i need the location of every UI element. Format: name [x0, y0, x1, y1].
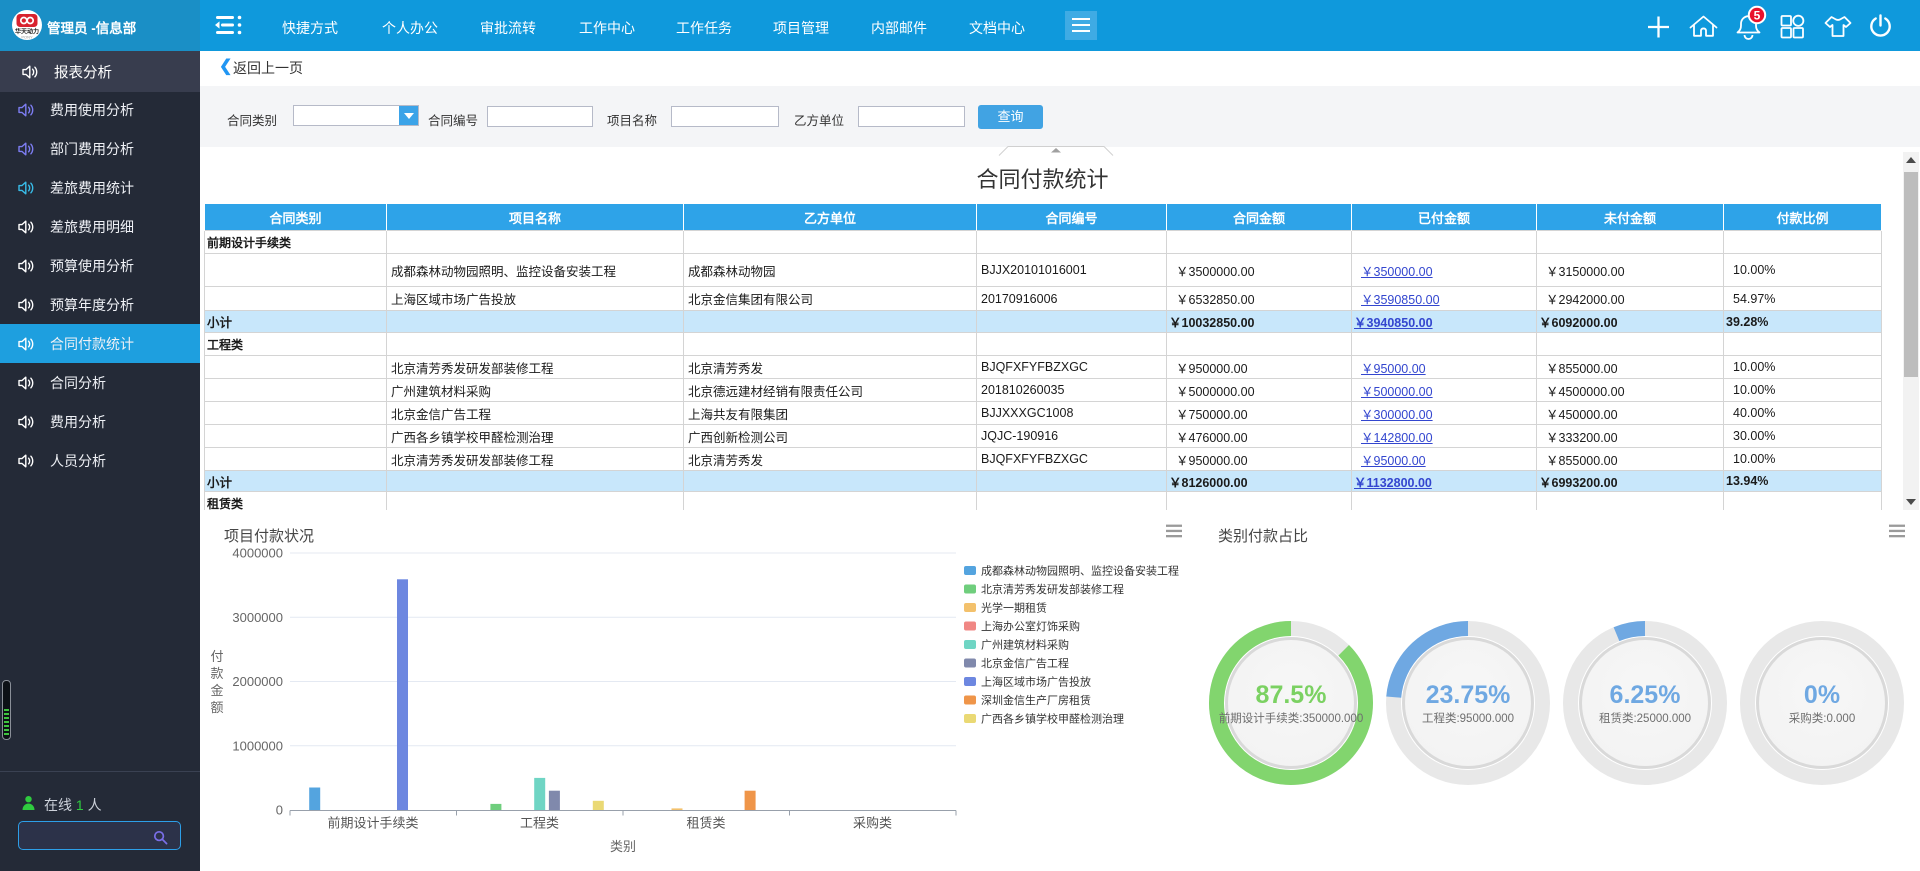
svg-text:23.75%: 23.75%	[1426, 681, 1511, 709]
svg-text:光学一期租赁: 光学一期租赁	[981, 601, 1047, 615]
svg-text:广州建筑材料采购: 广州建筑材料采购	[981, 638, 1069, 652]
svg-text:87.5%: 87.5%	[1256, 681, 1327, 709]
svg-text:PONY: PONY	[21, 35, 33, 40]
svg-text:上海办公室灯饰采购: 上海办公室灯饰采购	[981, 619, 1080, 633]
svg-text:2000000: 2000000	[232, 674, 283, 689]
svg-text:1000000: 1000000	[232, 738, 283, 753]
svg-text:采购类:0.000: 采购类:0.000	[1789, 711, 1855, 725]
svg-text:3000000: 3000000	[232, 610, 283, 625]
svg-text:北京金信广告工程: 北京金信广告工程	[981, 656, 1069, 670]
svg-text:广西各乡镇学校甲醛检测治理: 广西各乡镇学校甲醛检测治理	[981, 712, 1124, 726]
svg-text:上海区域市场广告投放: 上海区域市场广告投放	[981, 675, 1091, 689]
svg-text:深圳金信生产厂房租赁: 深圳金信生产厂房租赁	[981, 693, 1091, 707]
svg-text:类别付款占比: 类别付款占比	[1218, 528, 1308, 545]
svg-text:成都森林动物园照明、监控设备安装工程: 成都森林动物园照明、监控设备安装工程	[981, 564, 1179, 578]
svg-text:租赁类:25000.000: 租赁类:25000.000	[1599, 711, 1691, 725]
svg-text:额: 额	[210, 700, 223, 715]
svg-text:项目付款状况: 项目付款状况	[224, 528, 314, 545]
svg-text:采购类: 采购类	[853, 816, 892, 831]
svg-text:5: 5	[1754, 9, 1761, 23]
svg-text:付: 付	[210, 649, 223, 664]
svg-text:前期设计手续类: 前期设计手续类	[327, 816, 418, 831]
svg-text:0%: 0%	[1804, 681, 1840, 709]
svg-text:类别: 类别	[610, 839, 636, 854]
svg-text:工程类: 工程类	[520, 816, 559, 831]
svg-text:款: 款	[210, 666, 223, 681]
svg-text:4000000: 4000000	[232, 546, 283, 561]
svg-text:北京清芳秀发研发部装修工程: 北京清芳秀发研发部装修工程	[981, 582, 1124, 596]
svg-text:工程类:95000.000: 工程类:95000.000	[1422, 711, 1514, 725]
svg-text:前期设计手续类:350000.000: 前期设计手续类:350000.000	[1219, 711, 1363, 725]
svg-text:0: 0	[276, 803, 283, 818]
svg-text:6.25%: 6.25%	[1610, 681, 1681, 709]
svg-text:金: 金	[210, 683, 223, 698]
svg-text:租赁类: 租赁类	[686, 816, 725, 831]
